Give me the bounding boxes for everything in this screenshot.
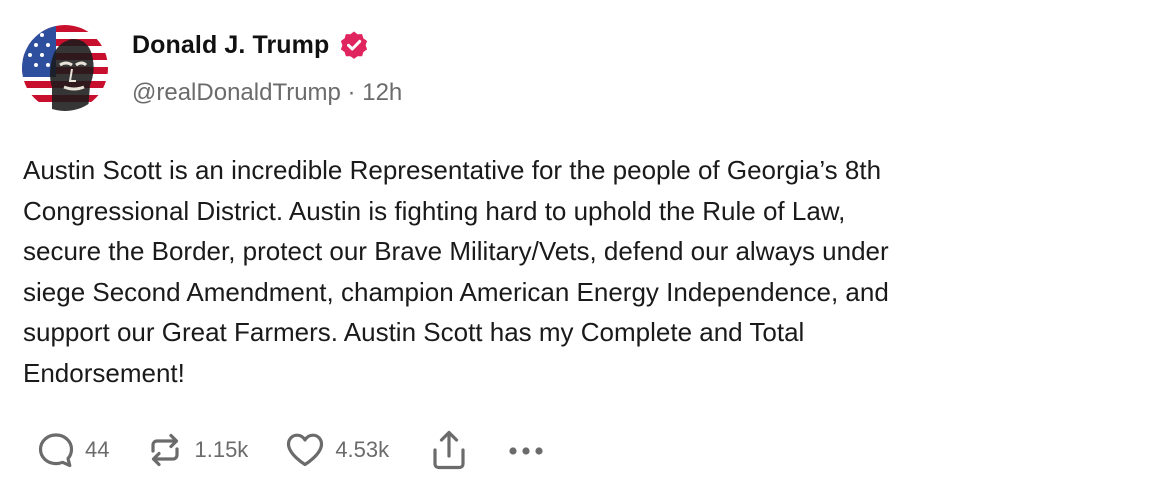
action-bar: 44 1.15k 4.53k	[36, 428, 545, 472]
post-body-line: support our Great Farmers. Austin Scott …	[23, 317, 805, 347]
meta-separator: ·	[340, 79, 363, 106]
author-meta: @realDonaldTrump · 12h	[132, 79, 402, 107]
post-body-line: siege Second Amendment, champion America…	[23, 276, 889, 307]
post-body: Austin Scott is an incredible Representa…	[23, 150, 1143, 393]
post-body-line: Congressional District. Austin is fighti…	[23, 195, 846, 226]
more-options-button[interactable]	[507, 430, 545, 470]
share-button[interactable]	[429, 428, 469, 472]
post-timestamp[interactable]: 12h	[362, 79, 402, 107]
post-body-line: Endorsement!	[23, 357, 185, 388]
post-body-line: Austin Scott is an incredible Representa…	[23, 155, 882, 185]
repost-icon	[145, 430, 185, 470]
more-icon	[507, 430, 545, 470]
author-name-row: Donald J. Trump	[132, 30, 369, 60]
avatar-image	[22, 25, 108, 111]
reply-icon	[36, 430, 76, 470]
reply-count: 44	[85, 437, 110, 462]
post-card: Donald J. Trump @realDonaldTrump · 12h A…	[0, 0, 1166, 494]
verified-badge-icon	[339, 30, 369, 60]
like-count: 4.53k	[335, 437, 390, 462]
heart-icon	[284, 430, 326, 470]
avatar[interactable]	[22, 25, 108, 111]
repost-count: 1.15k	[194, 437, 249, 462]
share-icon	[429, 428, 469, 472]
reply-button[interactable]: 44	[36, 430, 109, 470]
like-button[interactable]: 4.53k	[284, 430, 389, 470]
author-handle[interactable]: @realDonaldTrump	[132, 79, 341, 107]
post-body-line: secure the Border, protect our Brave Mil…	[23, 236, 889, 266]
repost-button[interactable]: 1.15k	[145, 430, 248, 470]
author-display-name[interactable]: Donald J. Trump	[132, 31, 329, 60]
